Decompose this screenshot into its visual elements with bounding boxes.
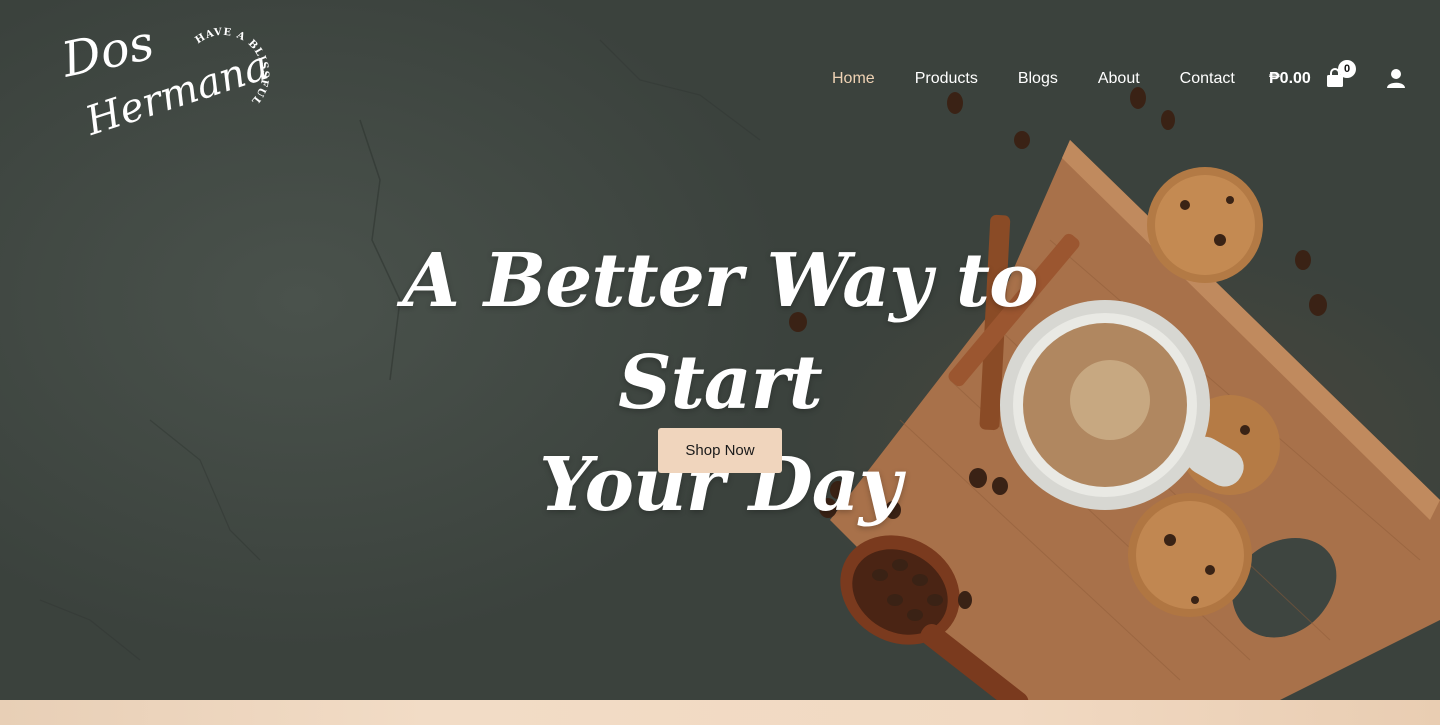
logo-word-dos: Dos (58, 15, 159, 89)
next-section-strip (0, 700, 1440, 725)
nav-products[interactable]: Products (915, 68, 978, 90)
dos-hermana-logo[interactable]: Dos Hermana HAVE A BLISSFUL DAY (58, 14, 278, 144)
cart-total[interactable]: ₱0.00 (1269, 68, 1311, 90)
hero-headline: A Better Way to Start Your Day (290, 230, 1150, 536)
nav-blogs[interactable]: Blogs (1018, 68, 1058, 90)
shop-now-button[interactable]: Shop Now (658, 428, 782, 473)
hero-headline-line1: A Better Way to Start (402, 238, 1039, 426)
cart-count-badge: 0 (1338, 60, 1356, 78)
user-icon[interactable] (1386, 68, 1406, 88)
main-nav: Home Products Blogs About Contact (832, 68, 1235, 90)
nav-home[interactable]: Home (832, 68, 875, 90)
nav-contact[interactable]: Contact (1180, 68, 1235, 90)
nav-about[interactable]: About (1098, 68, 1140, 90)
